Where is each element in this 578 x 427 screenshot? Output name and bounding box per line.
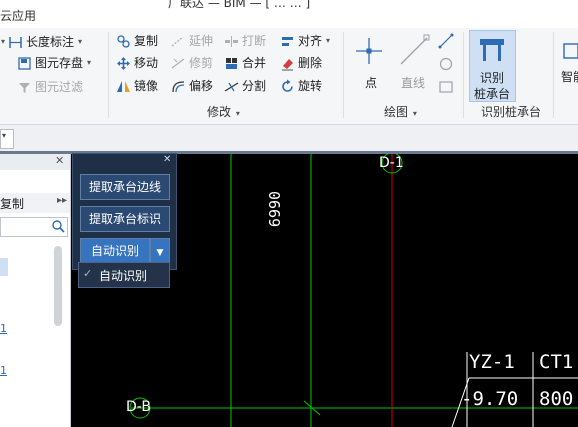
ribbon-separator (553, 32, 554, 118)
line-icon (397, 34, 431, 68)
rectangle-icon (437, 78, 455, 99)
circle-icon (437, 55, 455, 76)
panel-header: ✕ (0, 154, 70, 170)
circle-tool-button[interactable] (437, 55, 455, 73)
window-title-fragment: 广联达 — BIM — [ … … ] (168, 0, 311, 10)
chevron-down-icon: ▾ (235, 109, 240, 118)
panel-toolbar: 复制 ▸▸ (0, 193, 70, 213)
chevron-down-icon: ▾ (78, 37, 83, 46)
auto-recognize-menu: ✓ 自动识别 (78, 262, 170, 288)
move-icon (116, 56, 131, 71)
offset-button[interactable]: 偏移 (171, 76, 213, 96)
chevron-down-icon: ▼ (156, 248, 164, 258)
modify-group-label[interactable]: 修改 ▾ (207, 103, 240, 120)
close-icon[interactable]: ✕ (163, 154, 171, 165)
search-input[interactable] (0, 217, 68, 237)
menu-item-auto-recognize[interactable]: 自动识别 (99, 267, 147, 284)
check-icon: ✓ (83, 267, 93, 280)
copy-icon (116, 34, 131, 49)
break-button[interactable]: 打断 (224, 31, 266, 51)
draw-more-dropdown[interactable] (352, 32, 362, 52)
arc-tool-button[interactable] (437, 32, 455, 50)
table-cell: YZ-1 (469, 351, 515, 373)
save-element-icon (17, 56, 32, 71)
recognize-float-panel: ✕ 提取承台边线 提取承台标识 自动识别 ▼ (72, 153, 177, 270)
split-icon (224, 79, 239, 94)
break-icon (224, 34, 239, 49)
filter-icon (17, 80, 32, 95)
auto-recognize-button[interactable]: 自动识别 (80, 238, 150, 264)
axis-label-left: D-B (126, 399, 151, 415)
recognize-group-label: 识别桩承台 (481, 105, 542, 119)
extend-button[interactable]: 延伸 (171, 31, 213, 51)
dimension-text: 6990 (266, 190, 285, 228)
smart-label-cut: 智能 (561, 70, 578, 84)
title-strip: 云应用 广联达 — BIM — [ … … ] (0, 0, 578, 28)
chevron-down-icon: ▾ (87, 58, 92, 67)
offset-icon (171, 79, 186, 94)
merge-button[interactable]: 合并 (224, 53, 266, 73)
extract-edge-button[interactable]: 提取承台边线 (80, 174, 170, 200)
table-cell: CT1 (539, 351, 574, 373)
list-item-link[interactable]: 1 (0, 322, 7, 335)
app-title: 云应用 (0, 9, 37, 23)
trim-icon (171, 56, 186, 71)
merge-icon (224, 56, 239, 71)
store-element-button[interactable]: 图元存盘 ▾ (17, 53, 91, 73)
dropdown-tick-icon: ▾ (1, 37, 6, 46)
floor-select[interactable]: ▾ (0, 129, 14, 149)
filter-element-button[interactable]: 图元过滤 (17, 77, 83, 97)
left-panel: ✕ 复制 ▸▸ 1 1 (0, 154, 71, 427)
table-cell: 800 (539, 388, 574, 410)
length-mark-button[interactable]: ▾ 长度标注 ▾ (1, 32, 82, 52)
scrollbar-thumb[interactable] (54, 246, 62, 326)
rotate-button[interactable]: 旋转 (280, 76, 322, 96)
recognize-pile-cap-button[interactable]: 识别 桩承台 (469, 30, 516, 102)
list-item-link[interactable]: 1 (0, 364, 7, 377)
search-icon[interactable] (51, 219, 65, 236)
chevron-down-icon: ▾ (412, 109, 417, 118)
copy-button[interactable]: 复制 (116, 31, 158, 51)
copy-to-floor-label[interactable]: 复制 (0, 195, 24, 212)
axis-label-top: D-1 (379, 155, 404, 171)
table-cell: -9.70 (461, 388, 519, 410)
extend-icon (171, 34, 186, 49)
mirror-icon (116, 79, 131, 94)
arc-icon (437, 32, 455, 53)
trim-button[interactable]: 修剪 (171, 53, 213, 73)
smart-tool-icon-cut[interactable] (561, 41, 578, 61)
draw-group-label[interactable]: 绘图 ▾ (384, 103, 417, 120)
delete-button[interactable]: 删除 (280, 53, 322, 73)
close-icon[interactable]: ✕ (55, 154, 64, 167)
extract-mark-button[interactable]: 提取承台标识 (80, 206, 170, 232)
rotate-icon (280, 79, 295, 94)
list-item-selected[interactable] (0, 258, 8, 276)
line-button[interactable]: 直线 (395, 32, 433, 94)
ribbon-separator (343, 32, 344, 118)
pile-cap-icon (477, 35, 507, 68)
rect-tool-button[interactable] (437, 78, 455, 96)
auto-recognize-dropdown[interactable]: ▼ (150, 238, 170, 264)
eraser-icon (280, 56, 295, 71)
ribbon: ▾ 长度标注 ▾ 图元存盘 ▾ 图元过滤 复制 延伸 打断 对齐 ▾ 移动 修剪… (0, 28, 578, 125)
ribbon-separator (463, 32, 464, 118)
mirror-button[interactable]: 镜像 (116, 76, 158, 96)
align-button[interactable]: 对齐 ▾ (280, 31, 330, 51)
chevron-down-icon: ▾ (2, 131, 7, 140)
move-button[interactable]: 移动 (116, 53, 158, 73)
chevron-down-icon: ▾ (326, 36, 331, 45)
chevron-right-icon[interactable]: ▸▸ (57, 195, 67, 206)
length-mark-icon (8, 35, 23, 50)
split-button[interactable]: 分割 (224, 76, 266, 96)
align-icon (280, 34, 295, 49)
ribbon-separator (108, 32, 109, 118)
property-bar (0, 125, 578, 152)
